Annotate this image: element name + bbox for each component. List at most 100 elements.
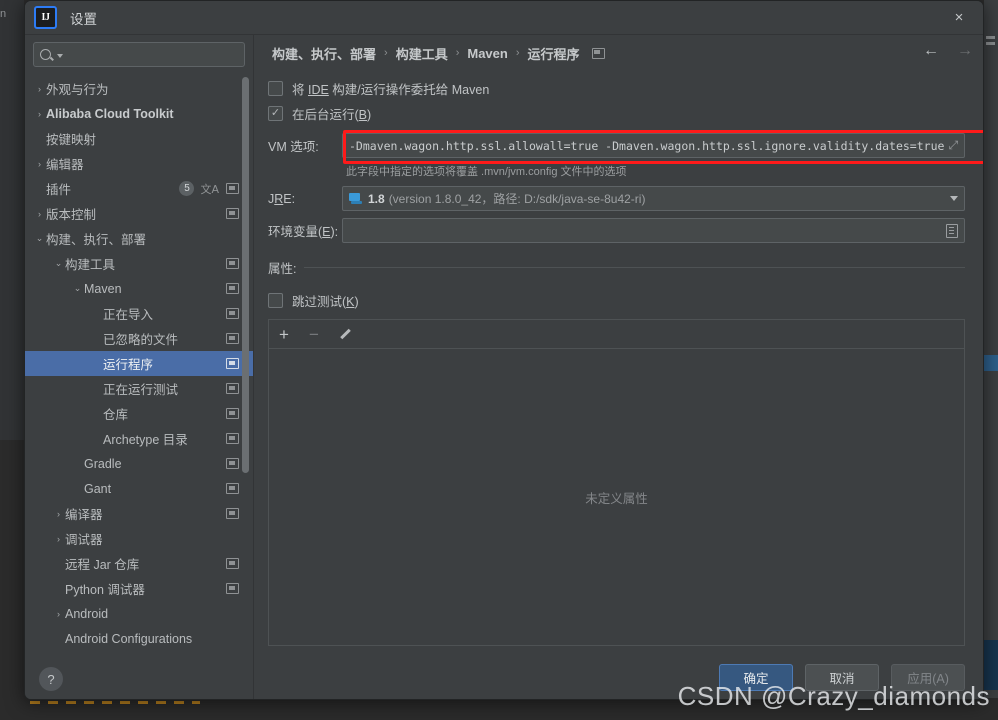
forward-arrow-icon[interactable]: →	[957, 43, 973, 59]
chevron-down-icon[interactable]	[57, 54, 63, 58]
open-in-window-icon[interactable]	[226, 583, 239, 594]
sidebar-item-label: 编辑器	[46, 158, 84, 172]
sidebar-item-label: 构建、执行、部署	[46, 233, 147, 247]
sidebar-item-1[interactable]: › Alibaba Cloud Toolkit	[25, 101, 253, 126]
sidebar-item-label: 构建工具	[65, 258, 116, 272]
ok-button[interactable]: 确定	[719, 663, 794, 691]
sidebar-item-18[interactable]: › 调试器	[25, 526, 253, 551]
chevron-right-icon[interactable]: ›	[52, 534, 65, 544]
env-vars-input[interactable]	[342, 218, 966, 243]
sidebar-item-4[interactable]: ›插件5文A	[25, 176, 253, 201]
expand-icon[interactable]: ⤢	[948, 138, 958, 153]
sidebar-item-label: Python 调试器	[65, 583, 145, 597]
chevron-right-icon[interactable]: ›	[33, 209, 46, 219]
vm-options-input[interactable]: -Dmaven.wagon.http.ssl.allowall=true -Dm…	[342, 133, 966, 158]
settings-tree[interactable]: ›外观与行为›Alibaba Cloud Toolkit›按键映射›编辑器›插件…	[25, 73, 253, 656]
open-in-window-icon[interactable]	[226, 333, 239, 344]
chevron-right-icon[interactable]: ›	[52, 509, 65, 519]
search-input[interactable]	[70, 46, 244, 63]
sidebar-item-label: 正在导入	[103, 308, 154, 322]
open-in-window-icon[interactable]	[226, 308, 239, 319]
back-arrow-icon[interactable]: ←	[923, 43, 939, 59]
sidebar-item-16[interactable]: ›Gant	[25, 476, 253, 501]
delegate-build-checkbox[interactable]	[268, 81, 283, 96]
sidebar-item-10[interactable]: ›已忽略的文件	[25, 326, 253, 351]
delegate-build-row[interactable]: 将 IDE 构建/运行操作委托给 Maven	[268, 76, 965, 101]
sidebar-item-8[interactable]: ⌄ Maven	[25, 276, 253, 301]
sidebar-item-5[interactable]: › 版本控制	[25, 201, 253, 226]
sidebar-item-label: Android Configurations	[65, 631, 193, 646]
open-in-window-icon[interactable]	[226, 408, 239, 419]
sidebar-item-2[interactable]: ›按键映射	[25, 126, 253, 151]
open-in-window-icon[interactable]	[226, 358, 239, 369]
dialog-title: 设置	[70, 11, 97, 27]
jre-select[interactable]: 1.8 (version 1.8.0_42，路径: D:/sdk/java-se…	[342, 186, 966, 211]
open-in-window-icon[interactable]	[226, 558, 239, 569]
sidebar-item-14[interactable]: ›Archetype 目录	[25, 426, 253, 451]
help-button[interactable]: ?	[39, 667, 63, 691]
open-in-window-icon[interactable]	[226, 433, 239, 444]
run-in-background-checkbox[interactable]	[268, 106, 283, 121]
sidebar-item-label: 编译器	[65, 508, 103, 522]
chevron-down-icon[interactable]: ⌄	[71, 283, 84, 294]
search-box[interactable]	[33, 42, 245, 67]
open-in-window-icon[interactable]	[226, 508, 239, 519]
open-in-window-icon[interactable]	[226, 483, 239, 494]
sidebar-item-6[interactable]: ⌄ 构建、执行、部署	[25, 226, 253, 251]
open-in-window-icon[interactable]	[226, 208, 239, 219]
open-in-window-icon[interactable]	[226, 283, 239, 294]
env-vars-label: 环境变量(E):	[268, 225, 339, 239]
chevron-down-icon[interactable]: ⌄	[33, 233, 46, 244]
dialog-footer: 确定 取消 应用(A)	[254, 652, 983, 699]
edit-property-icon[interactable]	[339, 328, 352, 341]
sidebar-item-13[interactable]: ›仓库	[25, 401, 253, 426]
breadcrumb-part[interactable]: 构建工具	[396, 44, 448, 63]
open-in-window-icon[interactable]	[226, 183, 239, 194]
sidebar-item-label: Gant	[84, 481, 112, 496]
ide-backdrop-edge-text: n	[0, 8, 7, 20]
sidebar-item-19[interactable]: ›远程 Jar 仓库	[25, 551, 253, 576]
sidebar-item-0[interactable]: › 外观与行为	[25, 76, 253, 101]
settings-dialog: IJ 设置 × ›外观与行为›Alibaba Cloud Toolkit›按键映…	[24, 0, 984, 700]
remove-property-button[interactable]: −	[309, 326, 319, 343]
breadcrumb-separator: ›	[384, 47, 388, 59]
skip-tests-label: 跳过测试(K)	[292, 295, 359, 309]
tree-scrollbar-track[interactable]	[242, 73, 251, 656]
open-in-window-icon[interactable]	[226, 258, 239, 269]
close-icon[interactable]: ×	[941, 5, 977, 30]
sidebar-item-label: Gradle	[84, 456, 122, 471]
chevron-right-icon[interactable]: ›	[52, 609, 65, 619]
sidebar-item-3[interactable]: › 编辑器	[25, 151, 253, 176]
breadcrumb-part[interactable]: 构建、执行、部署	[272, 44, 376, 63]
chevron-right-icon[interactable]: ›	[33, 84, 46, 94]
sidebar-item-12[interactable]: ›正在运行测试	[25, 376, 253, 401]
sidebar-item-7[interactable]: ⌄ 构建工具	[25, 251, 253, 276]
open-in-window-icon[interactable]	[226, 458, 239, 469]
vm-options-label: VM 选项:	[268, 140, 319, 154]
skip-tests-row[interactable]: 跳过测试(K)	[268, 288, 965, 313]
translate-icon[interactable]: 文A	[200, 181, 219, 197]
run-in-background-row[interactable]: 在后台运行(B)	[268, 101, 965, 126]
chevron-right-icon[interactable]: ›	[33, 109, 46, 119]
cancel-button[interactable]: 取消	[805, 663, 880, 691]
add-property-button[interactable]: +	[279, 326, 289, 343]
sidebar-item-23[interactable]: ›Docker	[25, 651, 253, 656]
sidebar-item-21[interactable]: › Android	[25, 601, 253, 626]
chevron-down-icon[interactable]	[950, 196, 959, 201]
chevron-right-icon[interactable]: ›	[33, 159, 46, 169]
sidebar-item-17[interactable]: › 编译器	[25, 501, 253, 526]
breadcrumb-part[interactable]: 运行程序	[528, 44, 580, 63]
tree-scrollbar-thumb[interactable]	[242, 77, 249, 473]
sidebar-item-15[interactable]: ›Gradle	[25, 451, 253, 476]
open-in-window-icon[interactable]	[226, 383, 239, 394]
sidebar-item-11[interactable]: ›运行程序	[25, 351, 253, 376]
sidebar-item-22[interactable]: ›Android Configurations	[25, 626, 253, 651]
chevron-down-icon[interactable]: ⌄	[52, 258, 65, 269]
sidebar-item-20[interactable]: ›Python 调试器	[25, 576, 253, 601]
breadcrumb-part[interactable]: Maven	[467, 46, 507, 61]
apply-button[interactable]: 应用(A)	[891, 663, 966, 691]
skip-tests-checkbox[interactable]	[268, 293, 283, 308]
env-vars-browse-icon[interactable]	[946, 223, 959, 238]
sidebar-item-9[interactable]: ›正在导入	[25, 301, 253, 326]
breadcrumb-window-icon[interactable]	[591, 47, 605, 59]
